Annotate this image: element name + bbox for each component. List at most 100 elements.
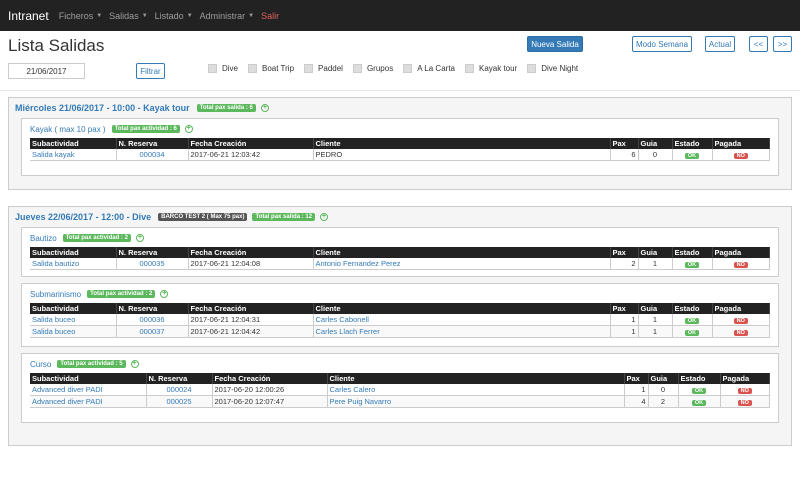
pagada-badge[interactable]: NO — [733, 318, 748, 324]
add-icon[interactable]: + — [135, 234, 144, 242]
salida-title[interactable]: Jueves 22/06/2017 - 12:00 - Dive — [15, 212, 151, 222]
fecha-cell: 2017-06-21 12:04:08 — [188, 258, 314, 270]
add-icon[interactable]: + — [260, 104, 269, 112]
reserva-link[interactable]: 000025 — [146, 395, 213, 408]
col-pagada: Pagada — [720, 373, 770, 384]
new-salida-button[interactable]: Nueva Salida — [527, 36, 583, 52]
pagada-badge[interactable]: NO — [733, 153, 748, 159]
pagada-badge[interactable]: NO — [733, 262, 748, 268]
table-row: Advanced diver PADI 000025 2017-06-20 12… — [30, 395, 770, 408]
estado-badge[interactable]: OK — [684, 330, 700, 336]
col-cliente: Cliente — [313, 247, 611, 258]
pagada-badge[interactable]: NO — [737, 388, 752, 394]
add-icon[interactable]: + — [160, 290, 169, 298]
subactividad-link[interactable]: Salida kayak — [30, 149, 117, 161]
subactividad-link[interactable]: Salida bautizo — [30, 258, 117, 270]
brand[interactable]: Intranet — [8, 9, 49, 23]
salida-title[interactable]: Miércoles 21/06/2017 - 10:00 - Kayak tou… — [15, 103, 190, 113]
table-row: Salida kayak 000034 2017-06-21 12:03:42 … — [30, 149, 770, 161]
date-input[interactable]: 21/06/2017 — [8, 63, 85, 79]
actividad-header: Kayak ( max 10 pax ) Total pax actividad… — [30, 123, 770, 135]
filter-boat-trip[interactable]: Boat Trip — [248, 64, 294, 73]
next-button[interactable]: >> — [773, 36, 792, 52]
filter-grupos[interactable]: Grupos — [352, 64, 393, 73]
filter-kayak-tour[interactable]: Kayak tour — [465, 64, 517, 73]
actividad-title[interactable]: Curso — [30, 360, 51, 369]
col-cliente: Cliente — [313, 138, 611, 149]
checkbox[interactable] — [208, 64, 217, 73]
guia-cell: 1 — [638, 258, 673, 270]
checkbox[interactable] — [465, 64, 474, 73]
estado-badge[interactable]: OK — [684, 318, 700, 324]
pax-cell: 1 — [610, 314, 639, 326]
checkbox[interactable] — [403, 64, 413, 73]
estado-cell: OK — [678, 395, 721, 408]
cliente-link[interactable]: Carles Llach Ferrer — [313, 325, 611, 338]
cliente-link[interactable]: Carles Cabonell — [313, 314, 611, 326]
cliente-link[interactable]: Antonio Fernandez Perez — [313, 258, 611, 270]
cliente-link[interactable]: Carles Calero — [327, 384, 625, 396]
subactividad-link[interactable]: Salida buceo — [30, 314, 117, 326]
nav-salir[interactable]: Salir — [261, 11, 279, 21]
current-button[interactable]: Actual — [705, 36, 735, 52]
week-mode-button[interactable]: Modo Semana — [632, 36, 692, 52]
pagada-cell: NO — [720, 395, 770, 408]
nav-listado[interactable]: Listado ▼ — [155, 11, 193, 21]
col-pagada: Pagada — [712, 138, 770, 149]
estado-badge[interactable]: OK — [691, 388, 707, 394]
reservas-table: Subactividad N. Reserva Fecha Creación C… — [30, 373, 770, 408]
checkbox[interactable] — [304, 64, 314, 73]
add-icon[interactable]: + — [184, 125, 193, 133]
subactividad-link[interactable]: Salida buceo — [30, 325, 117, 338]
pax-cell: 1 — [624, 384, 649, 396]
actividad-title[interactable]: Kayak ( max 10 pax ) — [30, 125, 106, 134]
pax-cell: 4 — [624, 395, 649, 408]
nav-label: Salidas — [109, 10, 139, 21]
reserva-link[interactable]: 000034 — [116, 149, 189, 161]
nav-administrar[interactable]: Administrar ▼ — [200, 11, 254, 21]
actividad-header: Bautizo Total pax actividad : 2 + — [30, 232, 770, 244]
add-icon[interactable]: + — [320, 213, 329, 221]
filter-label: Paddel — [318, 64, 343, 73]
pagada-cell: NO — [712, 325, 770, 338]
actividad-title[interactable]: Submarinismo — [30, 290, 81, 299]
subactividad-link[interactable]: Advanced diver PADI — [30, 395, 147, 408]
pagada-badge[interactable]: NO — [737, 400, 752, 406]
pagada-badge[interactable]: NO — [733, 330, 748, 336]
cliente-link[interactable]: Pere Puig Navarro — [327, 395, 625, 408]
col-pax: Pax — [624, 373, 649, 384]
filter-button[interactable]: Filtrar — [136, 63, 165, 79]
subactividad-link[interactable]: Advanced diver PADI — [30, 384, 147, 396]
nav-salidas[interactable]: Salidas ▼ — [109, 11, 147, 21]
add-icon[interactable]: + — [130, 360, 139, 368]
prev-button[interactable]: << — [749, 36, 768, 52]
reserva-link[interactable]: 000035 — [116, 258, 189, 270]
nav-label: Listado — [154, 10, 184, 21]
col-reserva: N. Reserva — [116, 247, 189, 258]
divider — [0, 90, 800, 91]
estado-badge[interactable]: OK — [684, 262, 700, 268]
filter-label: Dive Night — [541, 64, 579, 73]
table-row: Salida buceo 000037 2017-06-21 12:04:42 … — [30, 325, 770, 338]
reserva-link[interactable]: 000036 — [116, 314, 189, 326]
checkbox[interactable] — [248, 64, 258, 73]
checkbox[interactable] — [352, 64, 362, 73]
estado-cell: OK — [678, 384, 721, 396]
filter-a-la-carta[interactable]: A La Carta — [403, 64, 455, 73]
pagada-cell: NO — [720, 384, 770, 396]
reserva-link[interactable]: 000037 — [116, 325, 189, 338]
nav-ficheros[interactable]: Ficheros ▼ — [59, 11, 102, 21]
reserva-link[interactable]: 000024 — [146, 384, 213, 396]
boat-badge: BARCO TEST 2 ( Max 75 pax) — [158, 213, 248, 221]
estado-badge[interactable]: OK — [691, 400, 707, 406]
total-pax-salida-badge: Total pax salida : 6 — [196, 104, 256, 112]
col-fecha: Fecha Creación — [212, 373, 328, 384]
col-subactividad: Subactividad — [30, 303, 117, 314]
filter-paddel[interactable]: Paddel — [304, 64, 343, 73]
estado-badge[interactable]: OK — [684, 153, 700, 159]
estado-cell: OK — [672, 149, 713, 161]
checkbox[interactable] — [527, 64, 537, 73]
filter-dive[interactable]: Dive — [208, 64, 238, 73]
actividad-title[interactable]: Bautizo — [30, 234, 57, 243]
filter-dive-night[interactable]: Dive Night — [527, 64, 578, 73]
